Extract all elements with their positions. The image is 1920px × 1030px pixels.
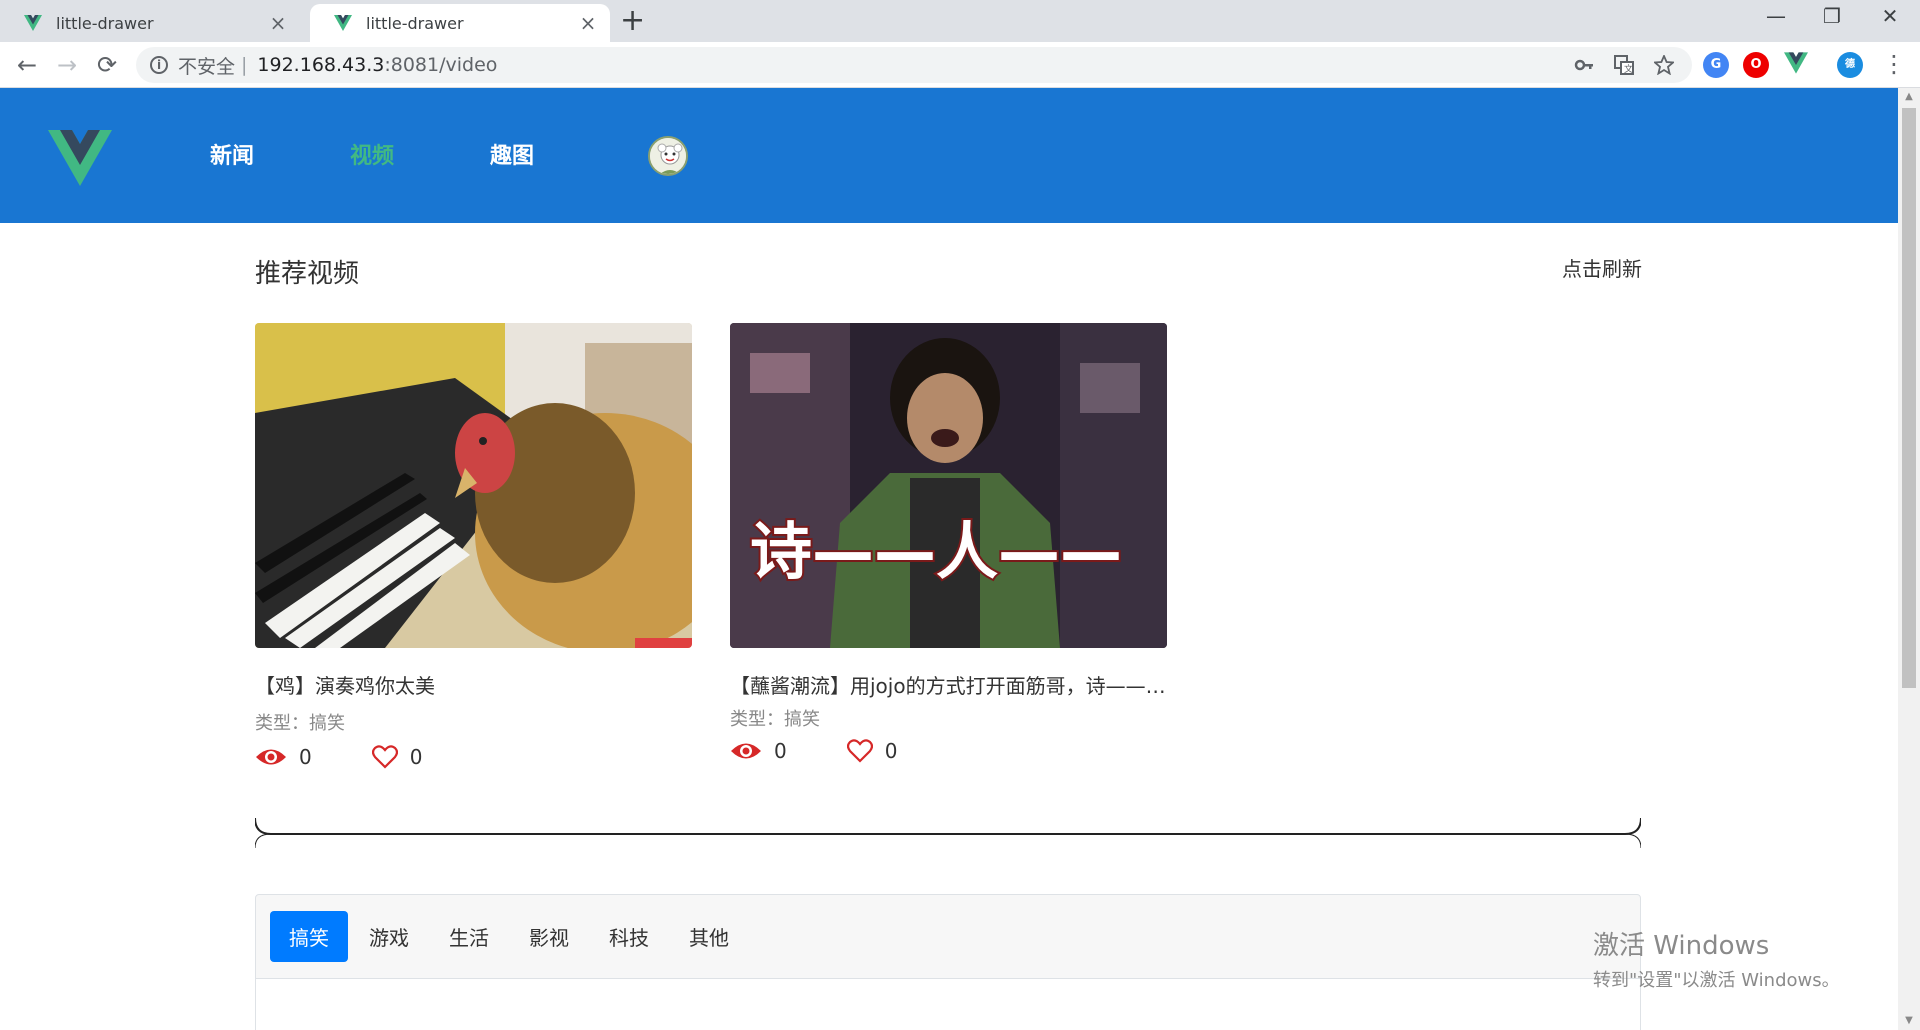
tab-title: little-drawer [56,13,154,33]
category-tab[interactable]: 搞笑 [270,911,348,962]
video-thumbnail[interactable]: 诗——人—— [730,323,1167,648]
video-card[interactable]: 【鸡】演奏鸡你太美 类型：搞笑 0 0 [255,323,692,769]
scroll-up-arrow-icon[interactable]: ▲ [1898,88,1920,106]
watermark-line2: 转到"设置"以激活 Windows。 [1593,970,1840,991]
view-count: 0 [774,739,787,763]
category-tab[interactable]: 生活 [430,911,508,962]
category-tab[interactable]: 科技 [590,911,668,962]
browser-menu-icon[interactable]: ⋮ [1882,50,1906,78]
url-host: 192.168.43.3 [257,54,385,76]
vue-logo-icon[interactable] [48,130,112,186]
google-translate-ext-icon[interactable]: G [1703,52,1729,78]
page-scrollbar[interactable]: ▲ ▼ [1898,88,1920,1030]
browser-tab-bar: little-drawer × little-drawer × + — ❐ ✕ [0,0,1920,42]
windows-activation-watermark: 激活 Windows 转到"设置"以激活 Windows。 [1593,925,1840,992]
new-tab-button[interactable]: + [620,6,645,36]
video-thumbnail[interactable] [255,323,692,648]
like-count: 0 [884,739,898,763]
avatar-image [650,138,686,174]
restore-button[interactable]: ❐ [1812,4,1852,28]
browser-toolbar: ← → ⟳ i 不安全 | 192.168.43.3 :8081/video 文… [0,42,1920,88]
tab-title: little-drawer [366,13,464,33]
eye-icon [731,743,761,759]
user-avatar[interactable] [648,136,688,176]
overlay-caption: 诗——人—— [750,515,1122,588]
scroll-thumb[interactable] [1902,108,1916,688]
eye-icon [256,749,286,765]
video-title[interactable]: 【蘸酱潮流】用jojo的方式打开面筋哥，诗——人—— [730,670,1167,699]
close-window-button[interactable]: ✕ [1870,4,1910,28]
nav-link-news[interactable]: 新闻 [210,138,254,170]
heart-icon[interactable] [846,739,873,763]
category-tab-panel: 搞笑 游戏 生活 影视 科技 其他 [255,894,1641,1030]
category-tab[interactable]: 游戏 [350,911,428,962]
category-tabs: 搞笑 游戏 生活 影视 科技 其他 [256,895,1640,979]
category-tab[interactable]: 影视 [510,911,588,962]
info-icon[interactable]: i [150,56,168,74]
category-tab-content [256,979,1640,1030]
video-title[interactable]: 【鸡】演奏鸡你太美 [255,670,692,699]
svg-text:文: 文 [1624,63,1633,75]
opera-ext-icon[interactable]: O [1743,52,1769,78]
browser-tab[interactable]: little-drawer × [0,4,300,42]
page-viewport: 新闻 视频 趣图 推荐视频 点击刷新 【鸡】演奏鸡你太美 类型：搞笑 0 0 诗… [0,88,1898,1030]
address-bar[interactable]: i 不安全 | 192.168.43.3 :8081/video 文 [136,47,1692,83]
vue-favicon-icon [24,15,42,31]
vue-favicon-icon [334,15,352,31]
video-type: 类型：搞笑 [255,713,345,734]
url-separator: | [241,54,248,76]
tab-close-icon[interactable]: × [578,11,598,35]
refresh-link[interactable]: 点击刷新 [1562,253,1642,282]
minimize-button[interactable]: — [1756,4,1796,28]
forward-button[interactable]: → [52,50,82,80]
browser-tab-active[interactable]: little-drawer × [310,4,610,42]
category-tab[interactable]: 其他 [670,911,748,962]
chicken-piano-image [255,323,692,648]
vue-devtools-ext-icon[interactable] [1783,52,1809,78]
like-count: 0 [409,745,423,769]
tab-close-icon[interactable]: × [268,11,288,35]
video-type: 类型：搞笑 [730,709,820,730]
profile-ext-icon[interactable]: 德 [1837,52,1863,78]
security-label: 不安全 [178,55,236,78]
star-icon[interactable] [1654,55,1674,75]
nav-link-funny-pics[interactable]: 趣图 [490,138,534,170]
back-button[interactable]: ← [12,50,42,80]
nav-link-video[interactable]: 视频 [350,138,394,170]
scroll-down-arrow-icon[interactable]: ▼ [1898,1012,1920,1030]
heart-icon[interactable] [371,745,398,769]
watermark-line1: 激活 Windows [1593,931,1770,961]
section-title: 推荐视频 [255,259,360,289]
view-count: 0 [299,745,312,769]
street-singer-image: 诗——人—— [730,323,1167,648]
reload-button[interactable]: ⟳ [92,50,122,80]
url-path: :8081/video [384,54,498,76]
key-icon[interactable] [1574,55,1594,75]
video-card[interactable]: 诗——人—— 【蘸酱潮流】用jojo的方式打开面筋哥，诗——人—— 类型：搞笑 … [730,323,1167,763]
site-navbar: 新闻 视频 趣图 [0,88,1898,223]
section-divider [255,818,1641,848]
translate-icon[interactable]: 文 [1614,55,1634,75]
